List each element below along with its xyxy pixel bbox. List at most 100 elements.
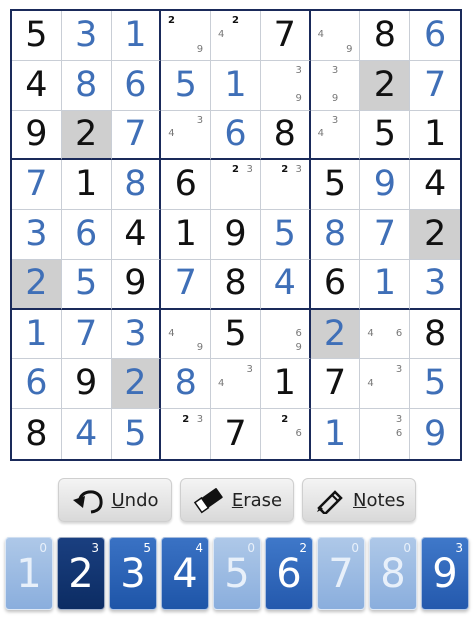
sudoku-cell[interactable]: 2 bbox=[61, 110, 112, 161]
digit-key-6[interactable]: 62 bbox=[265, 537, 313, 610]
sudoku-cell[interactable]: 9 bbox=[12, 110, 62, 161]
sudoku-cell[interactable]: 2 bbox=[410, 210, 460, 260]
sudoku-cell[interactable]: 34 bbox=[161, 110, 212, 161]
sudoku-cell[interactable]: 49 bbox=[310, 11, 361, 61]
sudoku-cell[interactable]: 2 bbox=[12, 259, 62, 310]
sudoku-cell[interactable]: 5 bbox=[61, 259, 112, 310]
sudoku-cell[interactable]: 8 bbox=[12, 409, 62, 459]
sudoku-cell[interactable]: 5 bbox=[260, 210, 311, 260]
sudoku-cell[interactable]: 23 bbox=[211, 160, 261, 211]
sudoku-cell[interactable]: 3 bbox=[12, 210, 62, 260]
sudoku-cell[interactable]: 26 bbox=[261, 409, 311, 459]
sudoku-cell[interactable]: 2 bbox=[111, 359, 162, 410]
sudoku-cell[interactable]: 7 bbox=[360, 210, 411, 260]
note-digit bbox=[214, 391, 228, 405]
sudoku-cell[interactable]: 46 bbox=[360, 309, 411, 360]
note-digit bbox=[278, 327, 292, 341]
undo-button[interactable]: Undo bbox=[58, 478, 172, 522]
sudoku-cell[interactable]: 9 bbox=[111, 259, 162, 310]
sudoku-cell[interactable]: 1 bbox=[12, 309, 62, 360]
erase-button[interactable]: Erase bbox=[180, 478, 294, 522]
sudoku-cell[interactable]: 7 bbox=[61, 309, 112, 360]
digit-key-3[interactable]: 35 bbox=[109, 537, 157, 610]
sudoku-cell[interactable]: 9 bbox=[410, 409, 460, 459]
sudoku-cell[interactable]: 6 bbox=[111, 60, 162, 111]
sudoku-cell[interactable]: 1 bbox=[260, 359, 311, 410]
notes-button[interactable]: Notes bbox=[302, 478, 416, 522]
sudoku-cell[interactable]: 2 bbox=[360, 60, 411, 111]
sudoku-cell[interactable]: 5 bbox=[310, 160, 361, 211]
digit-label: 9 bbox=[432, 550, 458, 597]
sudoku-cell[interactable]: 34 bbox=[211, 359, 261, 410]
sudoku-cell[interactable]: 8 bbox=[310, 210, 361, 260]
sudoku-cell[interactable]: 3 bbox=[61, 11, 112, 61]
digit-key-7[interactable]: 70 bbox=[317, 537, 365, 610]
sudoku-cell[interactable]: 2 bbox=[310, 309, 361, 360]
digit-key-8[interactable]: 80 bbox=[369, 537, 417, 610]
sudoku-cell[interactable]: 1 bbox=[161, 210, 212, 260]
sudoku-cell[interactable]: 1 bbox=[111, 11, 162, 61]
sudoku-cell[interactable]: 39 bbox=[260, 60, 311, 111]
sudoku-cell[interactable]: 4 bbox=[410, 160, 460, 211]
sudoku-cell[interactable]: 5 bbox=[12, 11, 62, 61]
sudoku-cell[interactable]: 1 bbox=[311, 409, 361, 459]
digit-key-4[interactable]: 44 bbox=[161, 537, 209, 610]
sudoku-cell[interactable]: 7 bbox=[410, 61, 460, 111]
sudoku-cell[interactable]: 9 bbox=[61, 359, 112, 410]
sudoku-cell[interactable]: 4 bbox=[260, 259, 311, 310]
cell-value: 2 bbox=[423, 213, 447, 254]
sudoku-cell[interactable]: 7 bbox=[260, 11, 311, 61]
sudoku-cell[interactable]: 8 bbox=[410, 310, 460, 360]
sudoku-cell[interactable]: 34 bbox=[360, 359, 411, 410]
sudoku-cell[interactable]: 24 bbox=[211, 11, 261, 61]
note-digit bbox=[328, 127, 342, 141]
sudoku-cell[interactable]: 4 bbox=[62, 409, 112, 459]
sudoku-cell[interactable]: 1 bbox=[61, 160, 112, 211]
sudoku-cell[interactable]: 7 bbox=[12, 160, 62, 211]
digit-key-2[interactable]: 23 bbox=[57, 537, 105, 610]
sudoku-cell[interactable]: 6 bbox=[410, 11, 460, 61]
sudoku-cell[interactable]: 23 bbox=[161, 409, 212, 459]
sudoku-cell[interactable]: 5 bbox=[112, 409, 162, 459]
sudoku-cell[interactable]: 36 bbox=[360, 409, 411, 459]
sudoku-cell[interactable]: 6 bbox=[211, 110, 261, 161]
sudoku-cell[interactable]: 8 bbox=[61, 60, 112, 111]
sudoku-cell[interactable]: 8 bbox=[211, 259, 261, 310]
sudoku-cell[interactable]: 1 bbox=[410, 111, 460, 161]
sudoku-cell[interactable]: 34 bbox=[310, 110, 361, 161]
sudoku-cell[interactable]: 5 bbox=[410, 359, 460, 410]
sudoku-cell[interactable]: 5 bbox=[211, 309, 261, 360]
sudoku-cell[interactable]: 6 bbox=[310, 259, 361, 310]
digit-key-1[interactable]: 10 bbox=[5, 537, 53, 610]
sudoku-cell[interactable]: 7 bbox=[111, 110, 162, 161]
sudoku-cell[interactable]: 8 bbox=[161, 359, 212, 410]
digit-key-5[interactable]: 50 bbox=[213, 537, 261, 610]
sudoku-cell[interactable]: 5 bbox=[360, 110, 411, 161]
sudoku-cell[interactable]: 7 bbox=[161, 259, 212, 310]
sudoku-cell[interactable]: 3 bbox=[410, 260, 460, 310]
sudoku-cell[interactable]: 7 bbox=[211, 409, 261, 459]
sudoku-cell[interactable]: 29 bbox=[161, 11, 212, 61]
note-digit: 6 bbox=[295, 428, 302, 440]
sudoku-cell[interactable]: 23 bbox=[260, 160, 311, 211]
sudoku-cell[interactable]: 1 bbox=[211, 60, 261, 111]
digit-label: 2 bbox=[68, 550, 94, 597]
sudoku-cell[interactable]: 39 bbox=[310, 60, 361, 111]
sudoku-cell[interactable]: 9 bbox=[211, 210, 261, 260]
sudoku-cell[interactable]: 8 bbox=[260, 110, 311, 161]
sudoku-cell[interactable]: 49 bbox=[161, 309, 212, 360]
digit-key-9[interactable]: 93 bbox=[421, 537, 469, 610]
sudoku-cell[interactable]: 4 bbox=[12, 60, 62, 111]
sudoku-cell[interactable]: 8 bbox=[111, 160, 162, 211]
sudoku-cell[interactable]: 7 bbox=[310, 359, 361, 410]
sudoku-cell[interactable]: 6 bbox=[161, 160, 212, 211]
sudoku-cell[interactable]: 5 bbox=[161, 60, 212, 111]
sudoku-cell[interactable]: 9 bbox=[360, 160, 411, 211]
sudoku-cell[interactable]: 8 bbox=[360, 11, 411, 61]
sudoku-cell[interactable]: 3 bbox=[111, 309, 162, 360]
sudoku-cell[interactable]: 6 bbox=[12, 359, 62, 410]
sudoku-cell[interactable]: 69 bbox=[260, 309, 311, 360]
sudoku-cell[interactable]: 1 bbox=[360, 259, 411, 310]
sudoku-cell[interactable]: 6 bbox=[61, 210, 112, 260]
sudoku-cell[interactable]: 4 bbox=[111, 210, 162, 260]
